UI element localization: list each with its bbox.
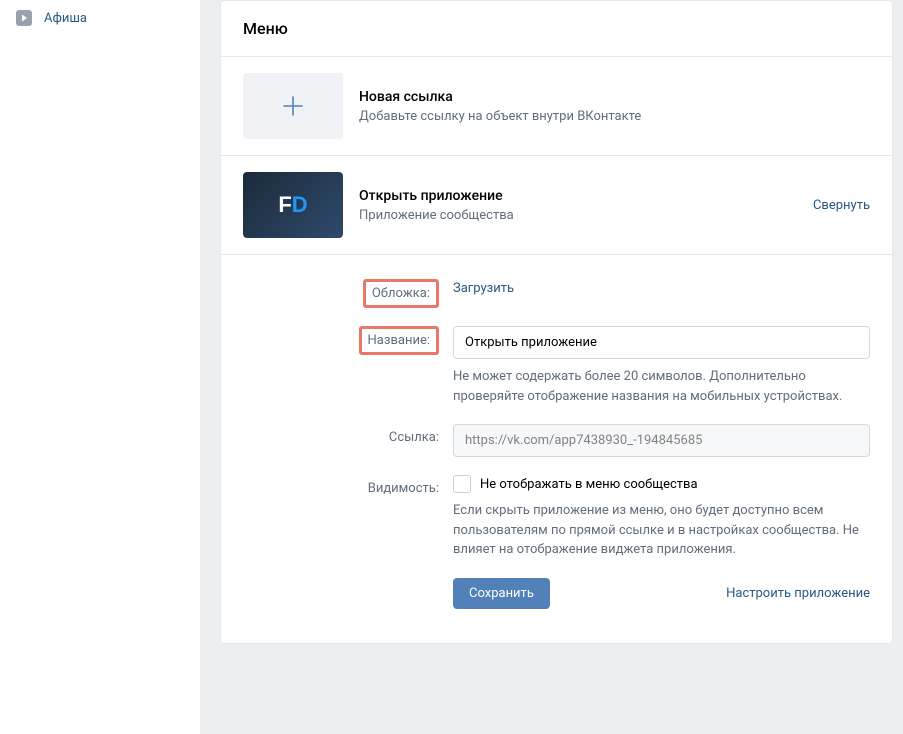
sidebar: Афиша (0, 0, 200, 734)
new-link-subtitle: Добавьте ссылку на объект внутри ВКонтак… (359, 109, 870, 124)
link-label: Ссылка: (389, 430, 439, 445)
sidebar-item-afisha[interactable]: Афиша (0, 2, 200, 34)
app-item-row: FD Открыть приложение Приложение сообщес… (221, 156, 892, 255)
name-input[interactable] (453, 326, 870, 359)
main: Меню Новая ссылка Добавьте ссылку на объ… (200, 0, 903, 734)
new-link-row[interactable]: Новая ссылка Добавьте ссылку на объект в… (221, 57, 892, 156)
app-item-subtitle: Приложение сообщества (359, 208, 813, 223)
visibility-hint: Если скрыть приложение из меню, оно буде… (453, 501, 870, 560)
save-button[interactable]: Сохранить (453, 578, 550, 609)
link-input[interactable] (453, 424, 870, 457)
add-thumb (243, 73, 343, 139)
form-row-cover: Обложка: Загрузить (243, 279, 870, 308)
visibility-label: Видимость: (368, 481, 439, 496)
app-item-text: Открыть приложение Приложение сообщества (359, 188, 813, 223)
form-actions: Сохранить Настроить приложение (453, 578, 870, 609)
new-link-text: Новая ссылка Добавьте ссылку на объект в… (359, 89, 870, 124)
app-logo-icon: FD (278, 192, 307, 218)
visibility-checkbox[interactable] (453, 475, 471, 493)
collapse-link[interactable]: Свернуть (813, 198, 870, 213)
form-row-visibility: Видимость: Не отображать в меню сообщест… (243, 475, 870, 609)
upload-cover-link[interactable]: Загрузить (453, 279, 514, 296)
visibility-checkbox-label: Не отображать в меню сообщества (480, 477, 698, 492)
form-row-link: Ссылка: (243, 424, 870, 457)
page-title: Меню (243, 19, 870, 38)
name-label: Название: (359, 326, 440, 355)
sidebar-item-label: Афиша (44, 11, 87, 26)
play-icon (14, 8, 34, 28)
form-row-name: Название: Не может содержать более 20 си… (243, 326, 870, 406)
configure-app-link[interactable]: Настроить приложение (726, 586, 870, 601)
app-item-title: Открыть приложение (359, 188, 813, 204)
name-hint: Не может содержать более 20 символов. До… (453, 367, 870, 406)
app-thumb: FD (243, 172, 343, 238)
app-form: Обложка: Загрузить Название: Не может со… (221, 255, 892, 643)
card-header: Меню (221, 1, 892, 57)
cover-label: Обложка: (363, 279, 439, 308)
new-link-title: Новая ссылка (359, 89, 870, 105)
plus-icon (280, 93, 306, 119)
menu-card: Меню Новая ссылка Добавьте ссылку на объ… (220, 0, 893, 644)
